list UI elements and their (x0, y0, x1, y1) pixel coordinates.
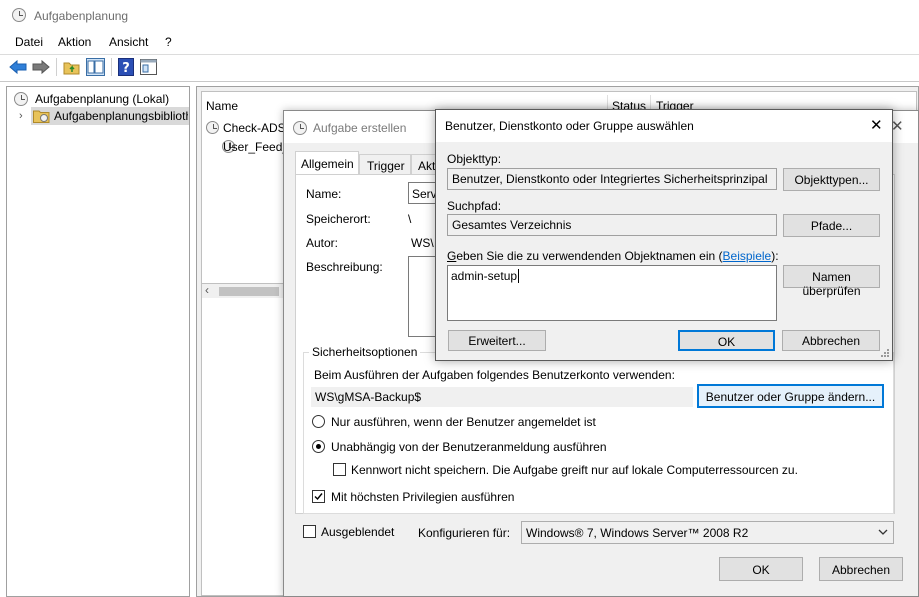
chevron-down-icon (878, 529, 888, 535)
hidden-checkbox[interactable] (303, 525, 316, 538)
tab-allgemein[interactable]: Allgemein (295, 151, 359, 175)
create-task-clock-icon (293, 121, 307, 135)
col-header-name[interactable]: Name (206, 99, 238, 113)
check-names-button[interactable]: Namen überprüfen (783, 265, 880, 298)
main-window-title: Aufgabenplanung (34, 9, 129, 23)
task-row-icon (206, 121, 219, 134)
toolbar-separator (56, 58, 57, 76)
author-label: Autor: (306, 236, 339, 250)
change-user-button[interactable]: Benutzer oder Gruppe ändern... (697, 384, 884, 408)
toolbar: ? (0, 55, 919, 82)
menu-help[interactable]: ? (165, 35, 172, 49)
enter-names-accesskey: G (447, 249, 457, 263)
highest-priv-label: Mit höchsten Privilegien ausführen (331, 490, 515, 504)
enter-names-tail: ): (771, 249, 779, 263)
object-types-button[interactable]: Objekttypen... (783, 168, 880, 191)
menu-datei[interactable]: Datei (15, 35, 43, 49)
select-user-dialog: Benutzer, Dienstkonto oder Gruppe auswäh… (435, 109, 893, 361)
text-cursor (518, 269, 519, 283)
examples-link[interactable]: Beispiele (723, 249, 772, 263)
object-type-field: Benutzer, Dienstkonto oder Integriertes … (447, 168, 777, 190)
tree-root-item[interactable]: Aufgabenplanung (Lokal) (35, 92, 169, 106)
menu-ansicht[interactable]: Ansicht (109, 35, 148, 49)
task-scheduler-icon (12, 8, 26, 22)
select-cancel-button[interactable]: Abbrechen (782, 330, 880, 351)
tree-child-label: Aufgabenplanungsbibliothek (54, 109, 188, 123)
scroll-left-icon[interactable]: ‹ (205, 283, 209, 297)
description-label: Beschreibung: (306, 260, 383, 274)
radio-only-logged-on[interactable] (312, 415, 325, 428)
search-path-label: Suchpfad: (447, 199, 502, 213)
task-scheduler-local-icon (14, 92, 28, 106)
no-password-checkbox[interactable] (333, 463, 346, 476)
run-as-text: Beim Ausführen der Aufgaben folgendes Be… (314, 368, 675, 382)
radio-only-logged-on-label: Nur ausführen, wenn der Benutzer angemel… (331, 415, 596, 429)
radio-independent[interactable] (312, 440, 325, 453)
paths-button[interactable]: Pfade... (783, 214, 880, 237)
up-folder-icon[interactable] (63, 59, 81, 75)
object-names-textarea[interactable]: admin-setup (447, 265, 777, 321)
select-user-close-icon[interactable]: ✕ (870, 116, 883, 134)
show-hide-console-tree-icon[interactable] (86, 58, 105, 76)
task-ok-button[interactable]: OK (719, 557, 803, 581)
task-row-1-name[interactable]: Check-ADS (223, 121, 286, 135)
advanced-button[interactable]: Erweitert... (448, 330, 546, 351)
author-value: WS\ (411, 236, 434, 250)
create-task-title: Aufgabe erstellen (313, 121, 407, 135)
tab-trigger[interactable]: Trigger (359, 154, 411, 175)
highest-priv-checkbox[interactable] (312, 490, 325, 503)
properties-pane-icon[interactable] (140, 59, 157, 75)
account-field: WS\gMSA-Backup$ (311, 387, 693, 407)
configure-label: Konfigurieren für: (418, 526, 511, 540)
security-options-legend: Sicherheitsoptionen (309, 345, 421, 359)
checkmark-icon (314, 493, 323, 501)
resize-grip-icon[interactable] (880, 348, 890, 358)
hidden-label: Ausgeblendet (321, 525, 395, 539)
svg-text:?: ? (122, 61, 130, 76)
help-icon[interactable]: ? (118, 58, 134, 76)
menu-aktion[interactable]: Aktion (58, 35, 91, 49)
search-path-field: Gesamtes Verzeichnis (447, 214, 777, 236)
configure-select[interactable]: Windows® 7, Windows Server™ 2008 R2 (521, 521, 894, 544)
no-password-label: Kennwort nicht speichern. Die Aufgabe gr… (351, 463, 798, 477)
select-ok-button[interactable]: OK (678, 330, 775, 351)
select-user-title: Benutzer, Dienstkonto oder Gruppe auswäh… (445, 119, 694, 133)
toolbar-separator-2 (111, 58, 112, 76)
console-tree-panel: Aufgabenplanung (Lokal) › Aufgabenplanun… (6, 86, 190, 597)
name-label: Name: (306, 187, 342, 201)
enter-names-text: eben Sie die zu verwendenden Objektnamen… (456, 249, 723, 263)
enter-names-label: Geben Sie die zu verwendenden Objektname… (447, 249, 779, 263)
menu-bar: Datei Aktion Ansicht ? (0, 32, 919, 55)
forward-arrow-icon[interactable] (32, 59, 50, 75)
library-folder-icon (33, 110, 50, 123)
object-type-label: Objekttyp: (447, 152, 502, 166)
task-cancel-button[interactable]: Abbrechen (819, 557, 903, 581)
location-value: \ (408, 212, 412, 226)
tree-expand-chevron-icon[interactable]: › (19, 110, 23, 122)
back-arrow-icon[interactable] (9, 59, 27, 75)
main-title-bar: Aufgabenplanung (0, 0, 919, 32)
radio-independent-label: Unabhängig von der Benutzeranmeldung aus… (331, 440, 607, 454)
scroll-thumb[interactable] (219, 287, 279, 296)
location-label: Speicherort: (306, 212, 371, 226)
